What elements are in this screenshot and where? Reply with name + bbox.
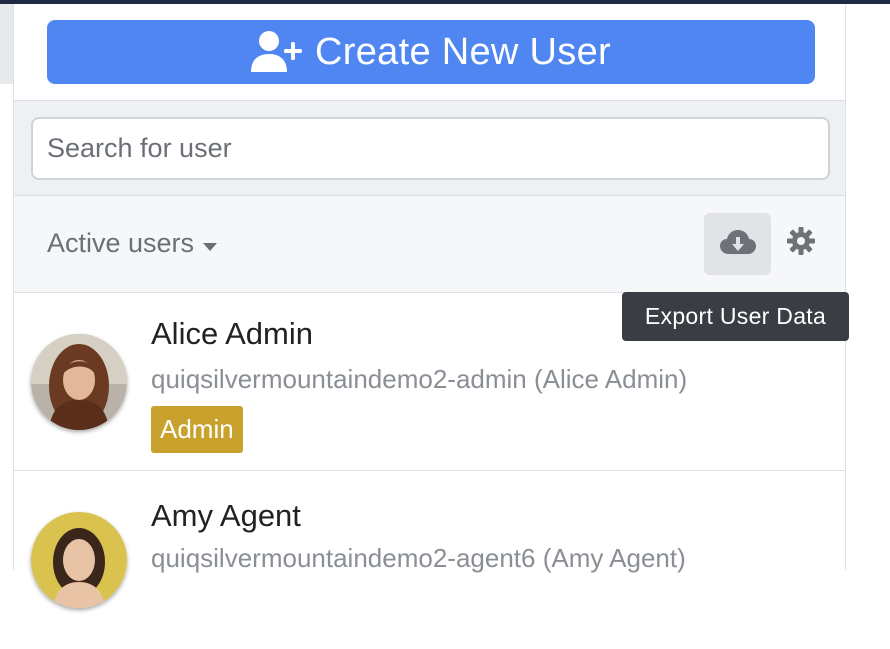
admin-role-badge: Admin	[151, 406, 243, 453]
active-users-dropdown[interactable]: Active users	[47, 228, 218, 259]
user-plus-icon	[251, 30, 305, 74]
export-tooltip: Export User Data	[622, 292, 849, 341]
user-row-amy-agent[interactable]: Amy Agent quiqsilvermountaindemo2-agent6…	[14, 471, 845, 649]
right-background	[847, 4, 890, 570]
search-input[interactable]	[31, 117, 830, 180]
user-name: Amy Agent	[151, 498, 301, 533]
cloud-download-icon	[719, 229, 756, 260]
left-edge	[0, 4, 13, 570]
user-username: quiqsilvermountaindemo2-admin (Alice Adm…	[151, 364, 688, 394]
search-section	[14, 100, 845, 196]
avatar	[31, 512, 127, 608]
user-username: quiqsilvermountaindemo2-agent6 (Amy Agen…	[151, 543, 686, 573]
caret-down-icon	[202, 228, 218, 259]
create-new-user-button[interactable]: Create New User	[47, 20, 815, 84]
gear-icon	[786, 226, 816, 261]
export-user-data-button[interactable]	[704, 213, 771, 275]
active-users-label: Active users	[47, 228, 195, 258]
user-name: Alice Admin	[151, 316, 313, 351]
settings-button[interactable]	[784, 226, 818, 260]
filter-bar: Active users	[14, 196, 845, 293]
user-panel: Create New User Active users	[13, 4, 846, 649]
avatar	[31, 334, 127, 430]
create-new-user-label: Create New User	[315, 30, 611, 73]
left-edge-shade	[0, 4, 13, 84]
